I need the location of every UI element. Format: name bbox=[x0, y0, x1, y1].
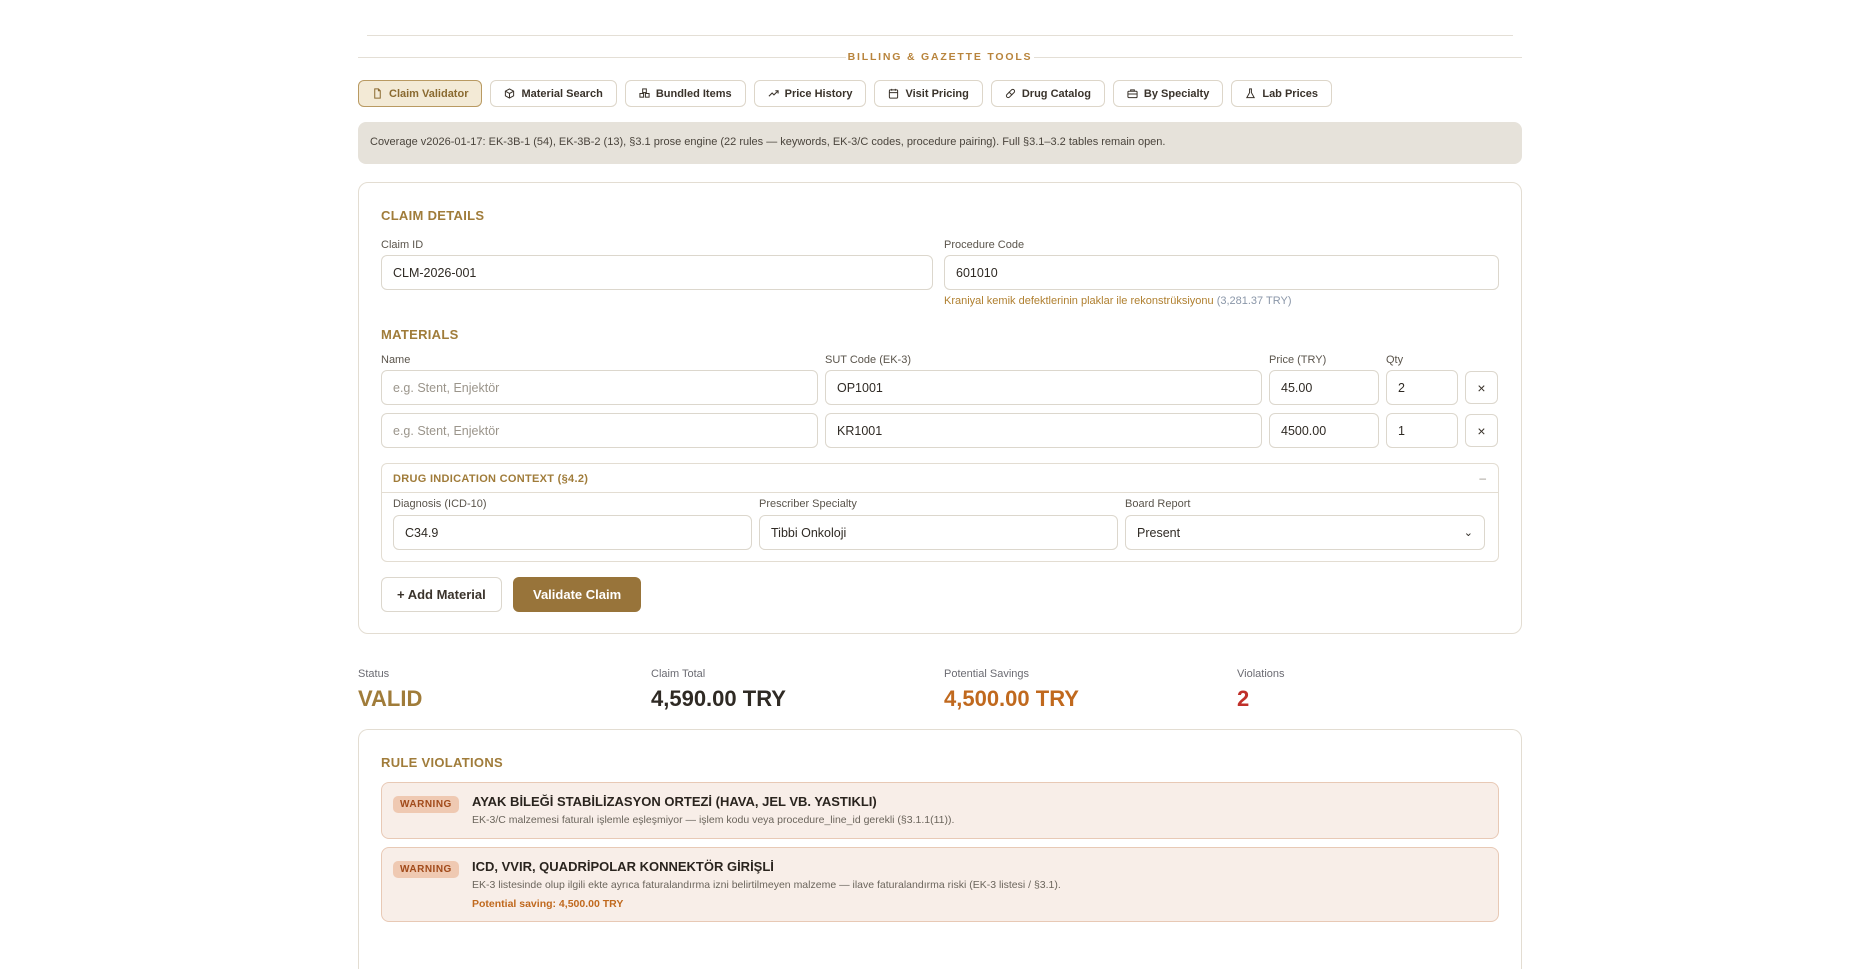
tab-claim-validator[interactable]: Claim Validator bbox=[358, 80, 483, 107]
status-value: VALID bbox=[358, 686, 423, 711]
violations-stat: Violations 2 bbox=[1237, 668, 1285, 712]
file-icon bbox=[374, 88, 381, 99]
violation-title: AYAK BİLEĞİ STABİLİZASYON ORTEZİ (HAVA, … bbox=[472, 794, 877, 809]
material-qty-input[interactable]: 1 bbox=[1386, 413, 1458, 448]
calendar-icon bbox=[889, 88, 899, 99]
procedure-desc-text: Kraniyal kemik defektlerinin plaklar ile… bbox=[944, 295, 1214, 307]
tool-tabs: Claim Validator Material Search Bundled … bbox=[358, 80, 1332, 107]
tab-lab-prices[interactable]: Lab Prices bbox=[1231, 80, 1332, 107]
tab-label: Price History bbox=[784, 87, 853, 100]
tab-material-search[interactable]: Material Search bbox=[490, 80, 617, 107]
materials-heading: MATERIALS bbox=[381, 327, 459, 342]
potential-savings-stat: Potential Savings 4,500.00 TRY bbox=[944, 668, 1079, 712]
violations-count: 2 bbox=[1237, 686, 1250, 711]
tab-visit-pricing[interactable]: Visit Pricing bbox=[874, 80, 983, 107]
violation-item: WARNING AYAK BİLEĞİ STABİLİZASYON ORTEZİ… bbox=[381, 782, 1499, 839]
procedure-description: Kraniyal kemik defektlerinin plaklar ile… bbox=[944, 295, 1292, 307]
material-price-input[interactable]: 4500.00 bbox=[1269, 413, 1379, 448]
claim-total-value: 4,590.00 TRY bbox=[651, 686, 786, 711]
tab-label: By Specialty bbox=[1143, 87, 1210, 100]
violation-description: EK-3/C malzemesi faturalı işlemle eşleşm… bbox=[472, 814, 955, 826]
claim-total-label: Claim Total bbox=[651, 668, 706, 680]
tab-label: Lab Prices bbox=[1262, 87, 1318, 100]
board-report-value: Present bbox=[1137, 525, 1181, 540]
violations-label: Violations bbox=[1237, 668, 1285, 680]
procedure-code-input[interactable]: 601010 bbox=[944, 255, 1499, 290]
col-sut-label: SUT Code (EK-3) bbox=[825, 354, 911, 366]
potential-savings-value: 4,500.00 TRY bbox=[944, 686, 1079, 711]
drug-indication-heading: DRUG INDICATION CONTEXT (§4.2) bbox=[393, 473, 589, 485]
claim-form-card: CLAIM DETAILS Claim ID CLM-2026-001 Proc… bbox=[358, 182, 1522, 634]
violation-saving: Potential saving: 4,500.00 TRY bbox=[472, 898, 624, 910]
potential-savings-label: Potential Savings bbox=[944, 668, 1029, 680]
material-name-input[interactable]: e.g. Stent, Enjektör bbox=[381, 370, 818, 405]
chevron-down-icon: ⌄ bbox=[1463, 527, 1473, 539]
remove-material-button[interactable]: × bbox=[1465, 371, 1498, 404]
coverage-banner: Coverage v2026-01-17: EK-3B-1 (54), EK-3… bbox=[358, 122, 1522, 164]
tab-label: Visit Pricing bbox=[905, 87, 969, 100]
claim-total-stat: Claim Total 4,590.00 TRY bbox=[651, 668, 786, 712]
claim-details-heading: CLAIM DETAILS bbox=[381, 208, 485, 223]
col-qty-label: Qty bbox=[1386, 354, 1404, 366]
material-qty-input[interactable]: 2 bbox=[1386, 370, 1458, 405]
prescriber-specialty-input[interactable]: Tibbi Onkoloji bbox=[759, 515, 1118, 550]
violation-description: EK-3 listesinde olup ilgili ekte ayrıca … bbox=[472, 879, 1061, 891]
flask-icon bbox=[1246, 88, 1256, 99]
board-report-label: Board Report bbox=[1125, 498, 1191, 510]
add-material-button[interactable]: + Add Material bbox=[381, 577, 502, 612]
claim-id-input[interactable]: CLM-2026-001 bbox=[381, 255, 933, 290]
claim-id-label: Claim ID bbox=[381, 239, 424, 251]
col-price-label: Price (TRY) bbox=[1269, 354, 1327, 366]
tab-by-specialty[interactable]: By Specialty bbox=[1112, 80, 1224, 107]
briefcase-icon bbox=[1127, 89, 1138, 99]
validate-claim-button[interactable]: Validate Claim bbox=[513, 577, 642, 612]
top-divider bbox=[367, 35, 1513, 36]
section-header: BILLING & GAZETTE TOOLS bbox=[358, 50, 1522, 66]
tab-bundled-items[interactable]: Bundled Items bbox=[624, 80, 746, 107]
collapse-toggle[interactable]: – bbox=[1479, 471, 1486, 485]
tab-label: Drug Catalog bbox=[1021, 87, 1091, 100]
material-price-input[interactable]: 45.00 bbox=[1269, 370, 1379, 405]
status-stat: Status VALID bbox=[358, 668, 422, 712]
tab-label: Bundled Items bbox=[655, 87, 732, 100]
procedure-code-label: Procedure Code bbox=[944, 239, 1025, 251]
tab-label: Material Search bbox=[521, 87, 603, 100]
board-report-select[interactable]: Present ⌄ bbox=[1125, 515, 1485, 550]
remove-material-button[interactable]: × bbox=[1465, 414, 1498, 447]
package-icon bbox=[505, 88, 515, 99]
diagnosis-input[interactable]: C34.9 bbox=[393, 515, 752, 550]
warning-badge: WARNING bbox=[393, 861, 459, 878]
tab-drug-catalog[interactable]: Drug Catalog bbox=[990, 80, 1105, 107]
rule-violations-card: RULE VIOLATIONS WARNING AYAK BİLEĞİ STAB… bbox=[358, 729, 1522, 969]
procedure-price: (3,281.37 TRY) bbox=[1216, 295, 1292, 307]
violation-title: ICD, VVIR, QUADRİPOLAR KONNEKTÖR GİRİŞLİ bbox=[472, 859, 774, 874]
status-label: Status bbox=[358, 668, 390, 680]
prescriber-specialty-label: Prescriber Specialty bbox=[759, 498, 857, 510]
drug-indication-panel: DRUG INDICATION CONTEXT (§4.2) – Diagnos… bbox=[381, 463, 1499, 562]
rule-violations-heading: RULE VIOLATIONS bbox=[381, 755, 503, 770]
col-name-label: Name bbox=[381, 354, 411, 366]
diagnosis-label: Diagnosis (ICD-10) bbox=[393, 498, 487, 510]
material-sut-input[interactable]: OP1001 bbox=[825, 370, 1262, 405]
drug-indication-header[interactable]: DRUG INDICATION CONTEXT (§4.2) – bbox=[382, 464, 1498, 493]
warning-badge: WARNING bbox=[393, 796, 459, 813]
boxes-icon bbox=[639, 88, 650, 98]
trending-up-icon bbox=[768, 90, 779, 97]
tab-label: Claim Validator bbox=[389, 87, 469, 100]
material-sut-input[interactable]: KR1001 bbox=[825, 413, 1262, 448]
material-name-input[interactable]: e.g. Stent, Enjektör bbox=[381, 413, 818, 448]
tab-price-history[interactable]: Price History bbox=[753, 80, 867, 107]
violation-item: WARNING ICD, VVIR, QUADRİPOLAR KONNEKTÖR… bbox=[381, 847, 1499, 922]
pill-icon bbox=[1005, 88, 1015, 99]
